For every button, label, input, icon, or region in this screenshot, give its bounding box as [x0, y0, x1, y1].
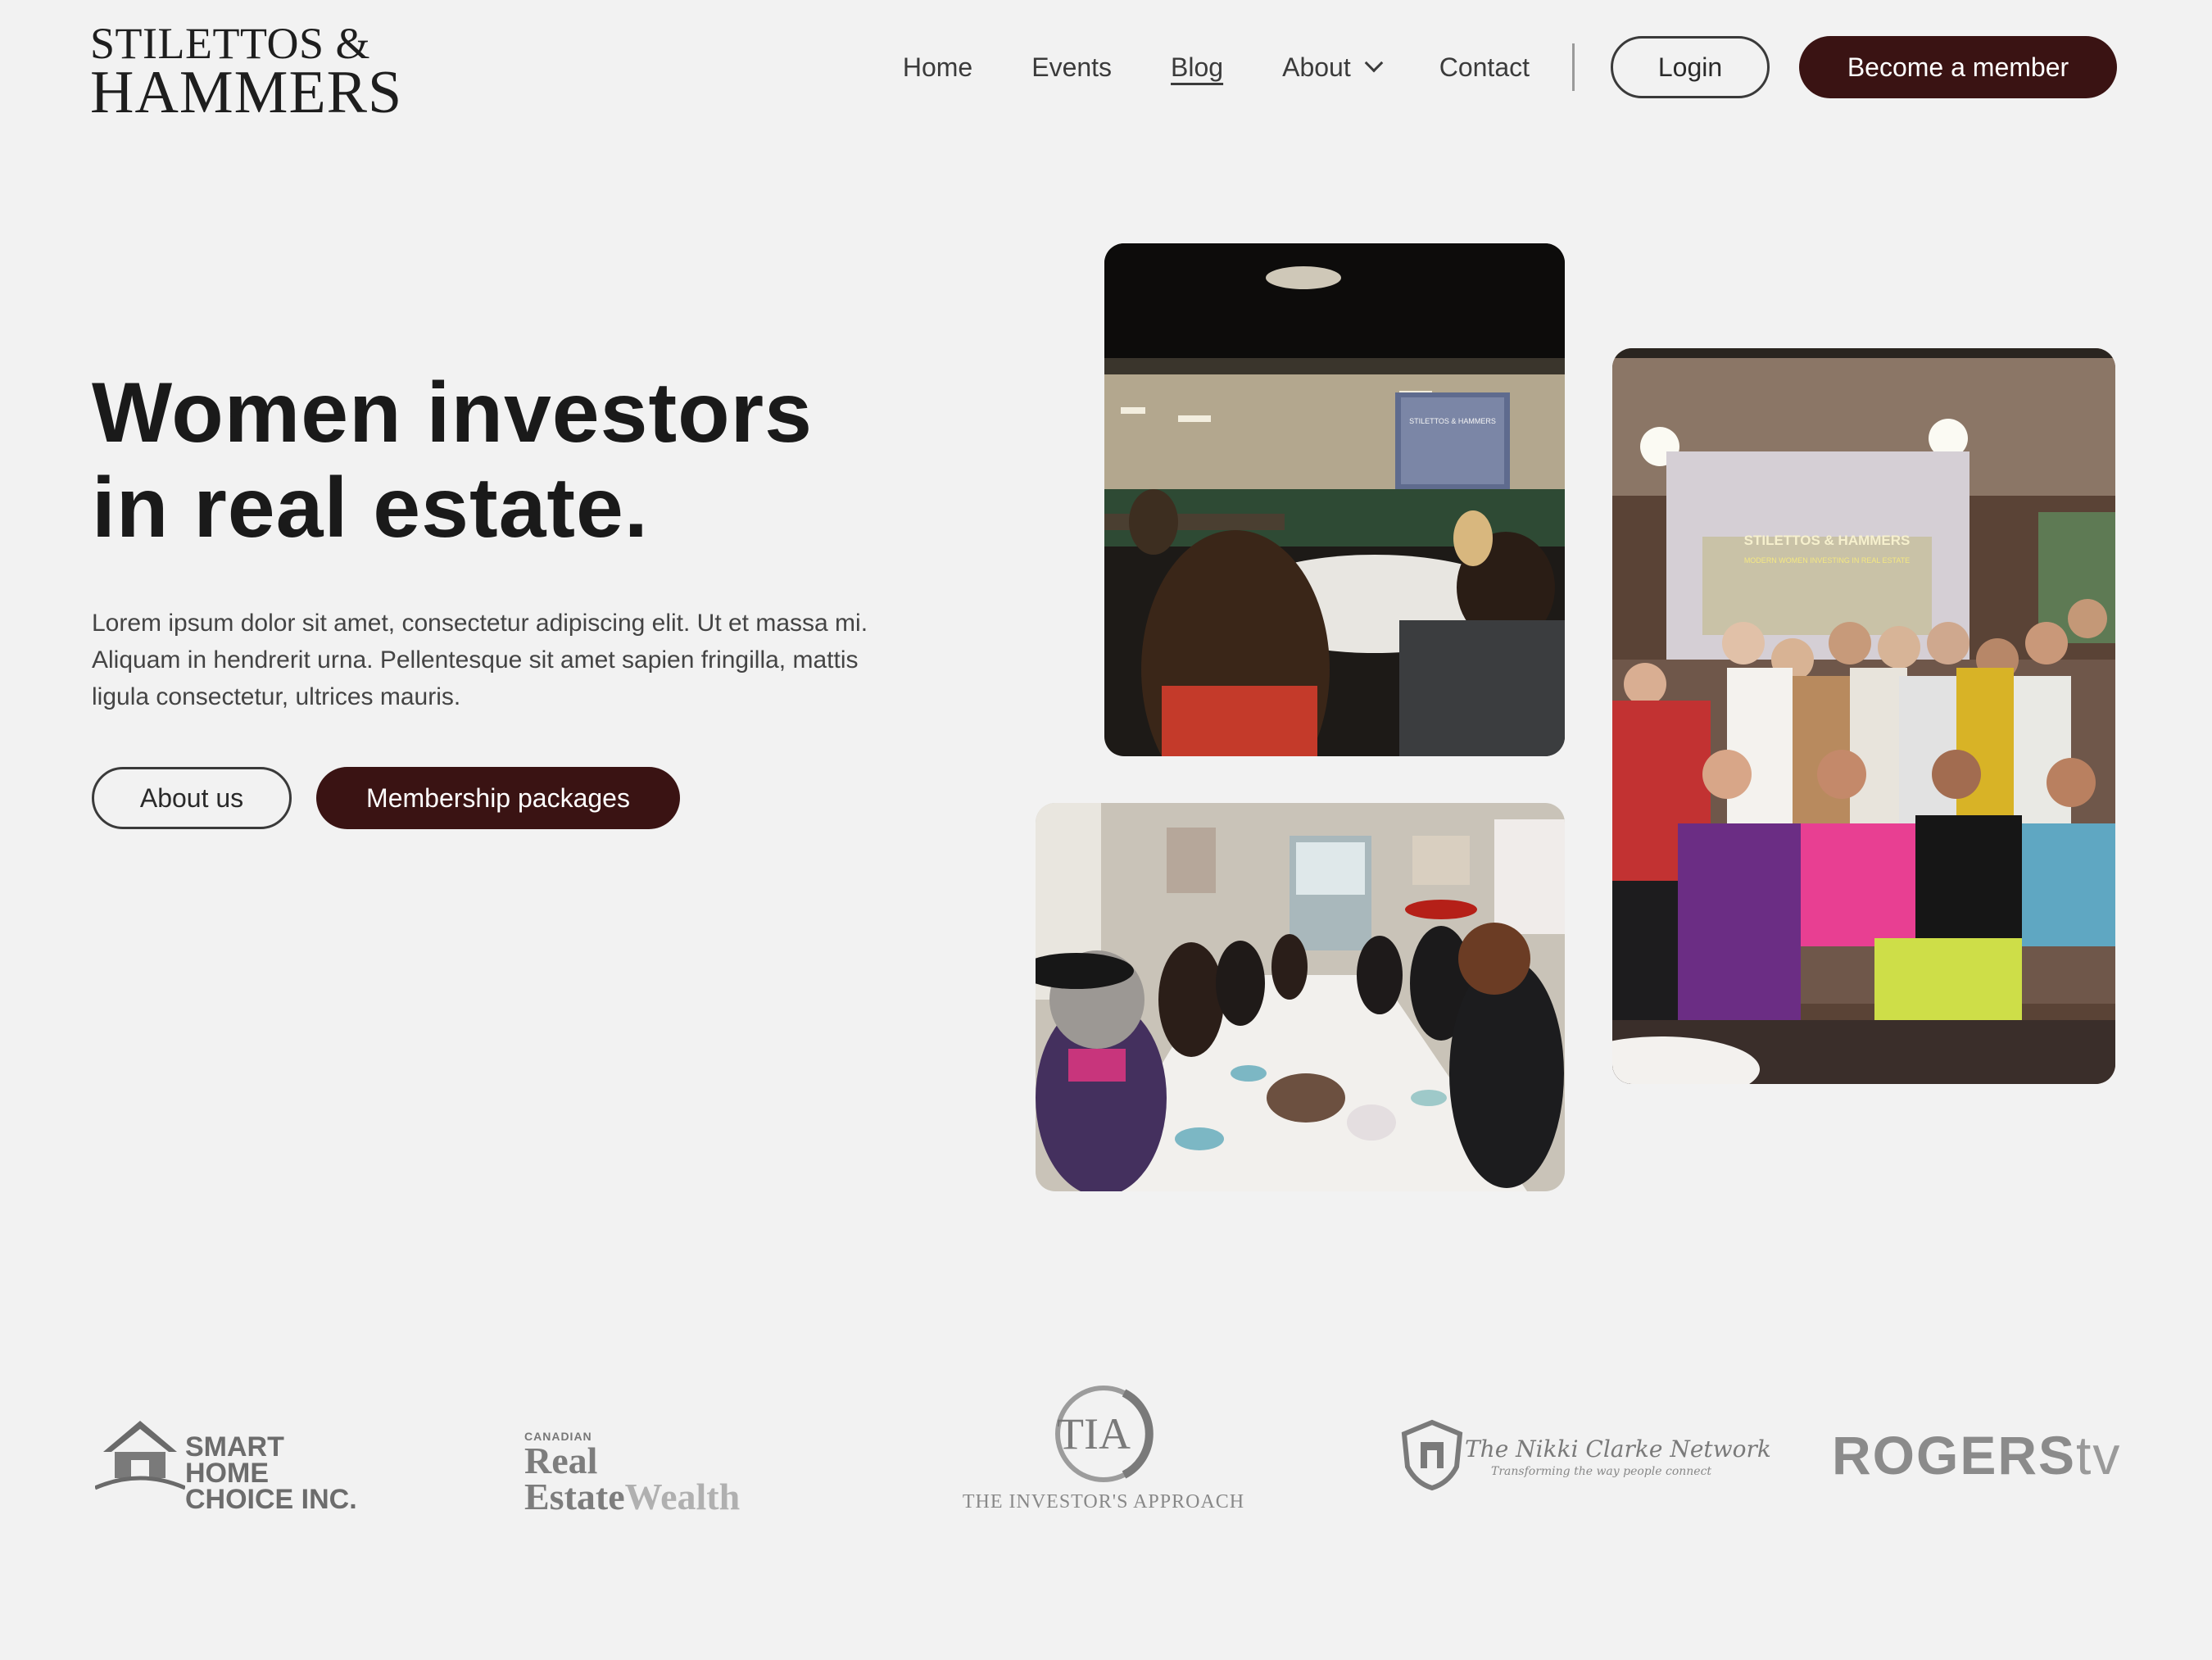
tia-emblem-icon: TIA — [1055, 1386, 1154, 1482]
tia-text: THE INVESTOR'S APPROACH — [962, 1491, 1245, 1513]
nav-contact[interactable]: Contact — [1439, 52, 1530, 83]
nav-events[interactable]: Events — [1031, 52, 1112, 83]
rogers-tv-logo[interactable]: ROGERStv — [1832, 1424, 2127, 1498]
membership-packages-button[interactable]: Membership packages — [316, 767, 680, 829]
chevron-down-icon — [1364, 53, 1384, 73]
conference-photo-image: STILETTOS & HAMMERS — [1104, 243, 1565, 756]
shield-icon — [1401, 1419, 1463, 1491]
hero-title-line-2: in real estate. — [92, 460, 649, 556]
nav-about-label: About — [1282, 52, 1351, 82]
rew-main-text: Real EstateWealth — [524, 1440, 819, 1517]
tea-party-photo-image — [1036, 803, 1565, 1191]
smart-home-text: SMART HOME CHOICE INC. — [185, 1431, 374, 1515]
nav-divider — [1572, 43, 1575, 91]
rew-wealth: Wealth — [624, 1476, 741, 1517]
nikki-clarke-network-logo[interactable]: The Nikki Clarke Network Transforming th… — [1399, 1417, 1771, 1499]
hero-description: Lorem ipsum dolor sit amet, consectetur … — [92, 610, 868, 710]
house-icon — [95, 1421, 185, 1490]
smart-home-line-2: CHOICE INC. — [185, 1484, 357, 1515]
brand-line-2: HAMMERS — [90, 59, 403, 126]
slide-title-text: STILETTOS & HAMMERS — [1409, 417, 1496, 425]
tia-logo[interactable]: TIA THE INVESTOR'S APPROACH — [960, 1385, 1247, 1524]
projector-slide-subtitle: MODERN WOMEN INVESTING IN REAL ESTATE — [1744, 556, 1910, 565]
rew-real-estate: Real Estate — [524, 1440, 625, 1517]
tia-mark-text: TIA — [1057, 1409, 1131, 1458]
conference-photo: STILETTOS & HAMMERS — [1104, 243, 1565, 756]
nikki-tagline: Transforming the way people connect — [1491, 1465, 1712, 1478]
rogers-tv-word: tv — [2076, 1425, 2122, 1485]
nav-home[interactable]: Home — [903, 52, 972, 83]
page: STILETTOS & HAMMERS Home Events Blog Abo… — [0, 0, 2212, 1660]
brand-logo[interactable]: STILETTOS & HAMMERS — [90, 21, 403, 126]
login-button[interactable]: Login — [1611, 36, 1770, 98]
about-us-button[interactable]: About us — [92, 767, 292, 829]
nikki-title: The Nikki Clarke Network — [1465, 1435, 1771, 1463]
partner-logos: SMART HOME CHOICE INC. CANADIAN Real Est… — [0, 1385, 2212, 1532]
hero-title: Women investors in real estate. — [92, 365, 993, 556]
smart-home-line-1: SMART HOME — [185, 1431, 284, 1489]
hero-title-line-1: Women investors — [92, 365, 813, 460]
group-photo: STILETTOS & HAMMERS MODERN WOMEN INVESTI… — [1612, 348, 2115, 1084]
group-photo-image: STILETTOS & HAMMERS MODERN WOMEN INVESTI… — [1612, 348, 2115, 1084]
main-nav: Home Events Blog About Contact Login Bec… — [903, 36, 2117, 98]
hero-actions: About us Membership packages — [92, 767, 680, 829]
rogers-text: ROGERStv — [1832, 1425, 2121, 1485]
tea-party-photo — [1036, 803, 1565, 1191]
become-member-button[interactable]: Become a member — [1799, 36, 2117, 98]
smart-home-choice-logo[interactable]: SMART HOME CHOICE INC. — [95, 1417, 374, 1513]
nav-about[interactable]: About — [1282, 52, 1384, 83]
projector-slide-title: STILETTOS & HAMMERS — [1744, 533, 1911, 548]
nav-blog[interactable]: Blog — [1171, 52, 1223, 83]
rogers-word: ROGERS — [1832, 1425, 2077, 1485]
real-estate-wealth-logo[interactable]: CANADIAN Real EstateWealth — [524, 1430, 819, 1516]
